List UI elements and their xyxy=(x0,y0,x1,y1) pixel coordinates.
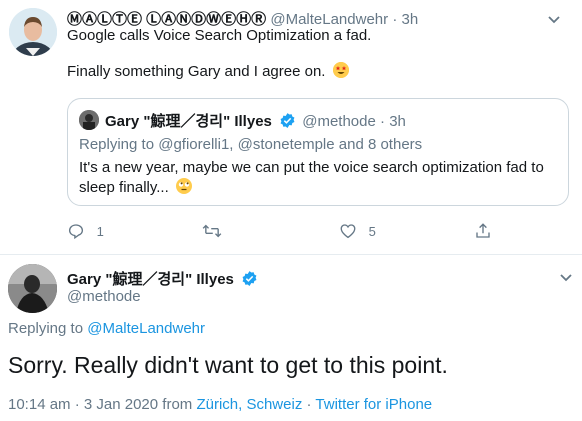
star-struck-emoji-icon xyxy=(332,62,349,78)
avatar-gary[interactable] xyxy=(8,264,57,313)
verified-badge-icon xyxy=(241,270,258,291)
replying-to-label: Replying to xyxy=(79,136,155,153)
quoted-tweet-header: Gary "鯨理／경리" Illyes @methode · 3h xyxy=(105,110,406,133)
replying-to-label: Replying to xyxy=(8,320,84,337)
separator-dot: · xyxy=(380,113,386,130)
retweet-icon xyxy=(202,224,222,238)
avatar-gary-small xyxy=(79,110,99,130)
tweet2-meta: 10:14 am · 3 Jan 2020 from Zürich, Schwe… xyxy=(8,396,432,413)
heart-icon xyxy=(340,224,356,239)
quoted-text-line1: It's a new year, maybe we can put the vo… xyxy=(79,159,544,176)
avatar-malte[interactable] xyxy=(9,8,57,56)
tweet1-text-line1: Google calls Voice Search Optimization a… xyxy=(67,27,372,44)
reply-button[interactable]: 1 xyxy=(67,222,104,240)
divider xyxy=(0,254,582,255)
chevron-down-icon[interactable] xyxy=(559,270,573,288)
quoted-text-line2: sleep finally... xyxy=(79,178,192,198)
chevron-down-icon[interactable] xyxy=(547,12,561,30)
share-icon xyxy=(476,223,490,238)
from-label: from xyxy=(162,396,193,413)
replying-to-others[interactable]: and 8 others xyxy=(339,136,422,153)
quoted-text-line2-content: sleep finally... xyxy=(79,179,169,196)
tweet2-timestamp[interactable]: 10:14 am · 3 Jan 2020 xyxy=(8,396,158,413)
quoted-author-handle: @methode xyxy=(302,113,376,130)
retweet-button[interactable] xyxy=(202,222,222,240)
share-button[interactable] xyxy=(474,222,492,240)
tweet2-author-name[interactable]: Gary "鯨理／경리" Illyes xyxy=(67,271,234,288)
quoted-tweet-time: 3h xyxy=(389,113,406,130)
tweet2-client[interactable]: Twitter for iPhone xyxy=(315,396,432,413)
tweet2-text: Sorry. Really didn't want to get to this… xyxy=(8,352,448,378)
tweet2-location[interactable]: Zürich, Schweiz xyxy=(196,396,302,413)
separator-dot: · xyxy=(306,396,312,413)
tweet-time[interactable]: 3h xyxy=(401,11,418,28)
quoted-author-name: Gary "鯨理／경리" Illyes xyxy=(105,113,272,130)
separator-dot: · xyxy=(392,11,398,28)
tweet1-text-line2: Finally something Gary and I agree on. xyxy=(67,62,349,82)
quoted-replying-to: Replying to @gfiorelli1, @stonetemple an… xyxy=(79,136,422,153)
like-count: 5 xyxy=(368,224,376,239)
verified-badge-icon xyxy=(279,112,296,133)
replying-to-users[interactable]: @gfiorelli1, @stonetemple xyxy=(158,136,334,153)
replying-to-user[interactable]: @MalteLandwehr xyxy=(87,320,205,337)
reply-count: 1 xyxy=(96,224,104,239)
tweet2-handle[interactable]: @methode xyxy=(67,288,141,305)
rolling-eyes-emoji-icon xyxy=(175,178,192,194)
tweet1-text-line2-content: Finally something Gary and I agree on. xyxy=(67,63,326,80)
tweet2-replying-to: Replying to @MalteLandwehr xyxy=(8,320,205,337)
reply-icon xyxy=(68,224,84,240)
like-button[interactable]: 5 xyxy=(339,222,376,240)
